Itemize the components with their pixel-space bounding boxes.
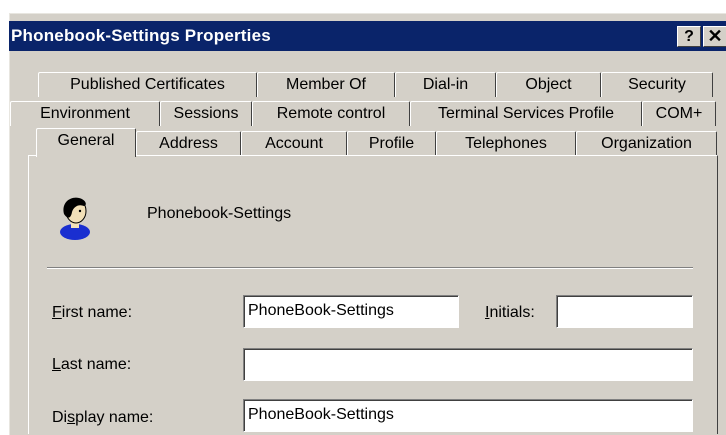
background-window-strip [0, 0, 726, 12]
title-bar[interactable]: Phonebook-Settings Properties ? ✕ [9, 21, 726, 51]
tab-com-plus[interactable]: COM+ [642, 101, 716, 126]
display-name-label: Display name: [52, 409, 154, 426]
tab-sessions[interactable]: Sessions [160, 101, 252, 126]
first-name-label: First name: [52, 304, 133, 321]
tab-security[interactable]: Security [601, 72, 713, 97]
tab-terminal-services-profile[interactable]: Terminal Services Profile [410, 101, 642, 126]
tab-environment[interactable]: Environment [10, 101, 160, 126]
display-name-field[interactable]: PhoneBook-Settings [243, 399, 693, 432]
close-button[interactable]: ✕ [703, 26, 726, 47]
tab-member-of[interactable]: Member Of [257, 72, 395, 97]
tab-address[interactable]: Address [136, 131, 241, 156]
last-name-label: Last name: [52, 356, 132, 373]
tab-general[interactable]: General [36, 128, 136, 157]
tab-dial-in[interactable]: Dial-in [395, 72, 496, 97]
tab-remote-control[interactable]: Remote control [252, 101, 410, 126]
tab-published-certificates[interactable]: Published Certificates [38, 72, 257, 97]
tab-organization[interactable]: Organization [576, 131, 717, 156]
last-name-field[interactable] [243, 348, 693, 381]
window-title: Phonebook-Settings Properties [11, 26, 271, 45]
tab-account[interactable]: Account [241, 131, 347, 156]
initials-label: Initials: [485, 304, 535, 321]
initials-field[interactable] [556, 295, 693, 328]
separator [47, 267, 693, 269]
object-name: Phonebook-Settings [147, 205, 292, 222]
help-button[interactable]: ? [677, 26, 701, 47]
user-avatar-icon [60, 197, 90, 240]
tab-object[interactable]: Object [496, 72, 601, 97]
first-name-field[interactable]: PhoneBook-Settings [243, 295, 459, 328]
tab-profile[interactable]: Profile [347, 131, 436, 156]
close-icon: ✕ [707, 26, 723, 46]
tab-telephones[interactable]: Telephones [436, 131, 576, 156]
